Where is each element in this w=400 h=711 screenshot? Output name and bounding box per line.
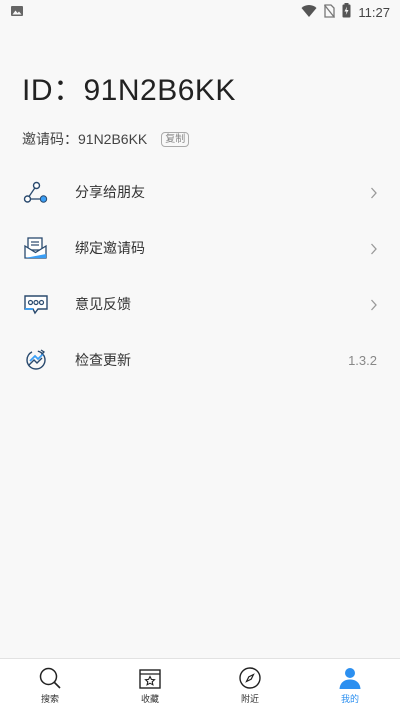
battery-charging-icon	[342, 2, 351, 22]
chat-bubble-icon	[22, 290, 50, 318]
chevron-right-icon	[370, 185, 378, 199]
status-bar: 11:27	[0, 0, 400, 24]
envelope-icon	[22, 234, 50, 262]
menu-item-check-update[interactable]: 检查更新 1.3.2	[0, 332, 400, 388]
compass-icon	[238, 666, 262, 690]
menu-item-label: 分享给朋友	[75, 185, 145, 201]
profile-section: ID：91N2B6KK	[22, 72, 236, 110]
menu-item-share[interactable]: 分享给朋友	[0, 164, 400, 220]
chevron-right-icon	[370, 297, 378, 311]
menu-list: 分享给朋友 绑定邀请码 意见反馈 检查更新 1.3.2	[0, 164, 400, 388]
user-id: ID：91N2B6KK	[22, 74, 236, 107]
tab-favorites[interactable]: 收藏	[100, 659, 200, 711]
invite-code: 91N2B6KK	[78, 131, 148, 147]
tab-search[interactable]: 搜索	[0, 659, 100, 711]
tab-label: 我的	[340, 695, 359, 705]
copy-button[interactable]: 复制	[161, 131, 190, 147]
tab-label: 附近	[240, 695, 259, 705]
refresh-icon	[22, 346, 50, 374]
app-version: 1.3.2	[348, 352, 377, 368]
menu-item-label: 绑定邀请码	[75, 241, 145, 257]
search-icon	[38, 666, 62, 690]
tab-label: 收藏	[140, 695, 159, 705]
menu-item-feedback[interactable]: 意见反馈	[0, 276, 400, 332]
menu-item-label: 意见反馈	[75, 297, 131, 313]
tab-mine[interactable]: 我的	[300, 659, 400, 711]
menu-item-bind-invite[interactable]: 绑定邀请码	[0, 220, 400, 276]
user-icon	[338, 666, 362, 690]
chevron-right-icon	[370, 241, 378, 255]
tab-label: 搜索	[40, 695, 59, 705]
favorites-icon	[138, 666, 162, 690]
invite-label: 邀请码：	[22, 132, 78, 148]
bottom-tab-bar: 搜索 收藏 附近 我的	[0, 658, 400, 711]
image-icon	[10, 3, 24, 22]
tab-nearby[interactable]: 附近	[200, 659, 300, 711]
no-sim-icon	[324, 3, 336, 22]
invite-row: 邀请码： 91N2B6KK 复制	[22, 128, 190, 150]
wifi-icon	[301, 3, 317, 22]
menu-item-label: 检查更新	[75, 353, 131, 369]
share-icon	[22, 178, 50, 206]
status-time: 11:27	[358, 4, 390, 20]
